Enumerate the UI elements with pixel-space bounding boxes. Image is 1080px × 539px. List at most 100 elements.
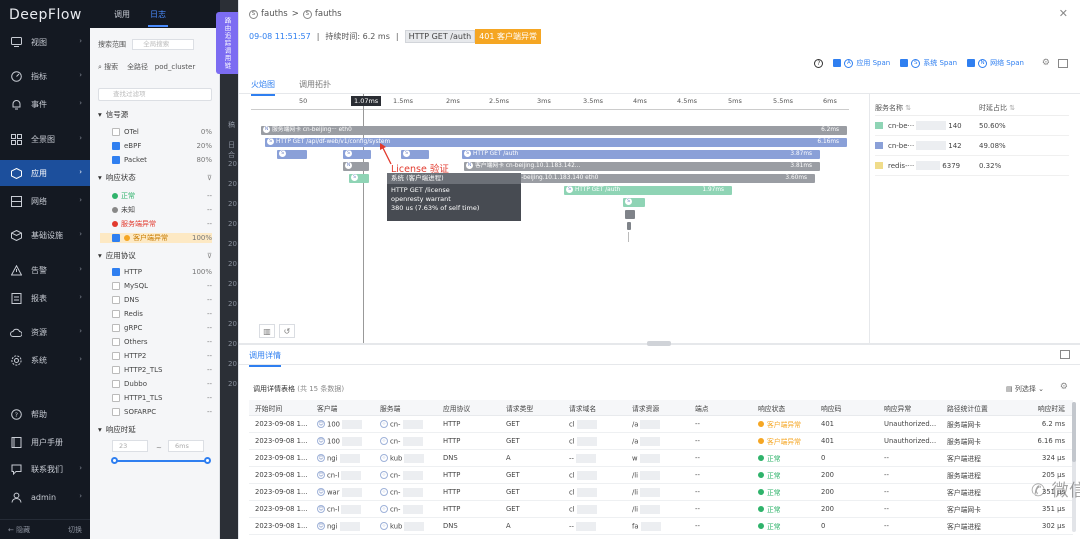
resp-client-error[interactable]: 客户端异常 100% [100, 233, 212, 243]
section-response[interactable]: ▾ 响应状态 ⊽ [98, 172, 212, 183]
col-header[interactable]: 响应时延 [1015, 403, 1069, 413]
service-row[interactable]: cn-be··· 142 49.08% [875, 136, 1069, 156]
checkbox[interactable] [900, 59, 909, 67]
panel-toggle-icon[interactable] [1058, 58, 1068, 68]
proto-http[interactable]: HTTP 100% [112, 268, 212, 276]
checkbox[interactable] [112, 296, 120, 304]
checkbox[interactable] [112, 338, 120, 346]
legend-net-span[interactable]: N 网络 Span [967, 58, 1024, 68]
col-header[interactable]: 路径统计位置 [941, 403, 1015, 413]
col-latency-share[interactable]: 时延占比 ⇅ [979, 103, 1015, 113]
checkbox[interactable] [112, 366, 120, 374]
nav-item-metrics[interactable]: 指标 › [0, 63, 90, 89]
nav-item-contact[interactable]: 联系我们 › [0, 456, 90, 482]
span-bar[interactable]: S HTTP GET /auth 1.97ms [564, 186, 732, 195]
section-latency[interactable]: ▾ 响应时延 [98, 424, 212, 435]
column-select-button[interactable]: ▤ 列选择 ⌄ [1006, 384, 1044, 394]
checkbox[interactable] [112, 268, 120, 276]
checkbox[interactable] [112, 310, 120, 318]
col-header[interactable]: 请求资源 [626, 403, 689, 413]
latency-slider-track[interactable] [114, 460, 208, 462]
nav-item-network[interactable]: 网络 › [0, 188, 90, 214]
layout-icon[interactable]: ▥ [259, 324, 275, 338]
gear-icon[interactable]: ⚙ [1060, 382, 1068, 392]
latency-slider-handle-min[interactable] [111, 457, 118, 464]
proto-dubbo[interactable]: Dubbo -- [112, 380, 212, 388]
signal-ebpf[interactable]: eBPF 20% [112, 142, 212, 150]
flame-graph[interactable]: 50 1.5ms 2ms 2.5ms 3ms 3.5ms 4ms 4.5ms 5… [251, 94, 849, 344]
checkbox[interactable] [112, 128, 120, 136]
scrollbar-thumb[interactable] [1072, 402, 1076, 462]
nav-item-system[interactable]: 系统 › [0, 347, 90, 373]
table-row[interactable]: 2023-09-08 1... ☺ cn-l ⁘ cn- HTTP GET cl/li -- 正常… [249, 501, 1073, 518]
nav-item-manual[interactable]: 用户手册 [0, 429, 90, 455]
span-bar[interactable]: S [349, 174, 369, 183]
section-signal[interactable]: ▾ 信号源 [98, 109, 212, 120]
table-row[interactable]: 2023-09-08 1... ☺ war ⁘ cn- HTTP GET cl/li -- 正常 2… [249, 484, 1073, 501]
col-header[interactable]: 响应异常 [878, 403, 941, 413]
checkbox[interactable] [112, 352, 120, 360]
checkbox[interactable] [112, 380, 120, 388]
checkbox[interactable] [112, 142, 120, 150]
nav-item-infrastructure[interactable]: 基础设施 › [0, 222, 90, 248]
proto-http2[interactable]: HTTP2 -- [112, 352, 212, 360]
table-row[interactable]: 2023-09-08 1... ☺ ngi ⁘ kub DNS A -- w -- 正常 0 -- 客户端… [249, 450, 1073, 467]
global-search-input[interactable]: 全局搜索 [132, 39, 195, 50]
span-bar[interactable]: P cn-beijing.10.1.183.140 eth0 3.60ms [507, 174, 815, 183]
proto-others[interactable]: Others -- [112, 338, 212, 346]
col-header[interactable]: 开始时间 [249, 403, 311, 413]
proto-mysql[interactable]: MySQL -- [112, 282, 212, 290]
help-icon[interactable]: ? [814, 58, 824, 68]
span-bar[interactable]: S HTTP GET /auth 3.87ms [462, 150, 820, 159]
col-service-name[interactable]: 服务名称 ⇅ [875, 103, 979, 113]
col-header[interactable]: 客户端 [311, 403, 374, 413]
nav-item-help[interactable]: ? 帮助 [0, 401, 90, 427]
span-bar[interactable] [627, 222, 631, 230]
col-header[interactable]: 请求类型 [500, 403, 563, 413]
signal-packet[interactable]: Packet 80% [112, 156, 212, 164]
table-row[interactable]: 2023-09-08 1... ☺ ngi ⁘ kub DNS A -- fa -- 正常 0 -- 客户… [249, 518, 1073, 535]
proto-dns[interactable]: DNS -- [112, 296, 212, 304]
sort-icon[interactable]: ⇅ [905, 104, 911, 112]
filter-icon[interactable]: ⊽ [207, 174, 212, 182]
table-row[interactable]: 2023-09-08 1... ☺ cn-l ⁘ cn- HTTP GET cl/li -- 正常… [249, 467, 1073, 484]
filter-search[interactable]: 搜索 [104, 63, 118, 71]
checkbox[interactable] [112, 234, 120, 242]
nav-item-application[interactable]: 应用 › [0, 160, 90, 186]
nav-item-resource[interactable]: 资源 › [0, 319, 90, 345]
span-bar[interactable]: N [343, 162, 369, 171]
nav-item-events[interactable]: 事件 › [0, 91, 90, 117]
switch-label[interactable]: 切换 [68, 525, 82, 535]
span-bar[interactable] [625, 210, 635, 219]
signal-otel[interactable]: OTel 0% [112, 128, 212, 136]
checkbox[interactable] [112, 394, 120, 402]
service-row[interactable]: redis-··· 6379 0.32% [875, 156, 1069, 176]
nav-item-alert[interactable]: 告警 › [0, 257, 90, 283]
span-bar[interactable]: N 客户端网卡 cn-beijing.10.1.183.142... 3.81ms [464, 162, 820, 171]
tab-calls[interactable]: 调用 [114, 9, 130, 20]
checkbox[interactable] [112, 324, 120, 332]
col-header[interactable]: 响应状态 [752, 403, 815, 413]
tab-logs[interactable]: 日志 [150, 9, 166, 20]
nav-item-user[interactable]: admin › [0, 484, 90, 510]
span-bar[interactable]: S [623, 198, 645, 207]
nav-item-views[interactable]: 视图 › [0, 29, 90, 55]
checkbox[interactable] [112, 408, 120, 416]
service-row[interactable]: cn-be··· 140 50.60% [875, 116, 1069, 136]
crumb-root[interactable]: fauths [261, 9, 288, 19]
latency-min-input[interactable]: 23 [112, 440, 148, 452]
span-bar[interactable]: S [277, 150, 307, 159]
checkbox[interactable] [833, 59, 842, 67]
col-header[interactable]: 服务端 [374, 403, 437, 413]
expand-icon[interactable] [1060, 350, 1070, 359]
proto-sofarpc[interactable]: SOFARPC -- [112, 408, 212, 416]
checkbox[interactable] [112, 282, 120, 290]
proto-grpc[interactable]: gRPC -- [112, 324, 212, 332]
checkbox[interactable] [112, 156, 120, 164]
gear-icon[interactable]: ⚙ [1042, 58, 1050, 68]
trace-tab-vertical[interactable]: 路由追踪调用链 [216, 12, 238, 74]
latency-max-input[interactable]: 6ms [168, 440, 204, 452]
nav-item-report[interactable]: 报表 › [0, 285, 90, 311]
checkbox[interactable] [967, 59, 976, 67]
close-icon[interactable]: ✕ [1059, 7, 1068, 20]
